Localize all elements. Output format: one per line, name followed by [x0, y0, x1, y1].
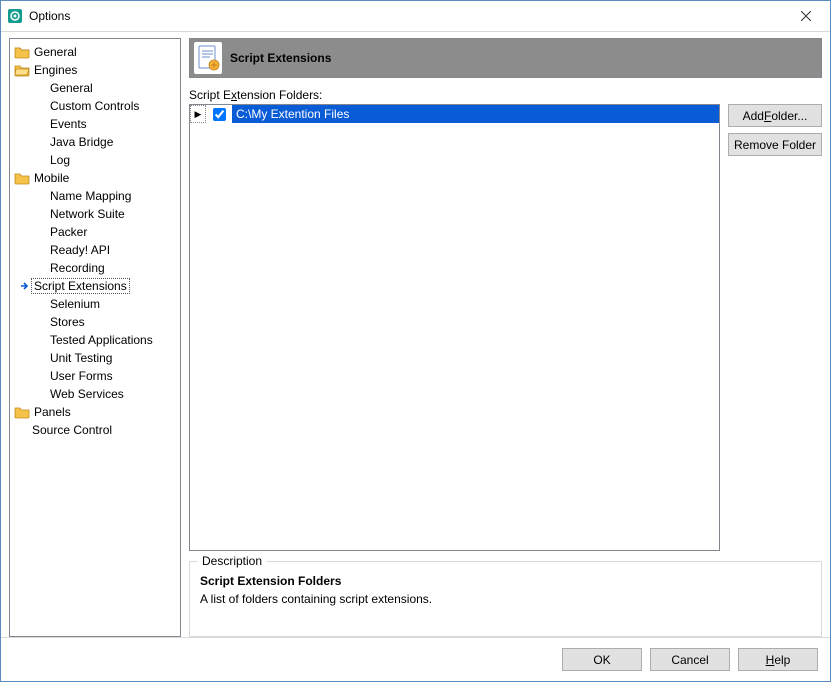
- page-title: Script Extensions: [230, 51, 331, 65]
- body: General Engines General Custom Controls …: [1, 32, 830, 637]
- tree-item-user-forms[interactable]: User Forms: [32, 367, 180, 385]
- tree-label: Ready! API: [48, 243, 112, 257]
- window-title: Options: [29, 9, 783, 23]
- tree-item-recording[interactable]: Recording: [32, 259, 180, 277]
- cancel-button[interactable]: Cancel: [650, 648, 730, 671]
- close-button[interactable]: [783, 2, 828, 30]
- tree-label: Events: [48, 117, 89, 131]
- options-window: Options General: [0, 0, 831, 682]
- tree-label: Mobile: [32, 171, 71, 185]
- list-item[interactable]: ▶ C:\My Extention Files: [190, 105, 719, 123]
- main-area: Script Extension Folders: ▶ C:\My Extent…: [189, 78, 822, 637]
- tree-item-selenium[interactable]: Selenium: [32, 295, 180, 313]
- remove-folder-button[interactable]: Remove Folder: [728, 133, 822, 156]
- description-group: Description Script Extension Folders A l…: [189, 561, 822, 637]
- tree-label: Selenium: [48, 297, 102, 311]
- tree-label: Engines: [32, 63, 79, 77]
- tree-label: Web Services: [48, 387, 126, 401]
- tree-label: Source Control: [30, 423, 114, 437]
- tree-label: Packer: [48, 225, 89, 239]
- tree-label: Script Extensions: [31, 278, 130, 294]
- folders-label: Script Extension Folders:: [189, 88, 822, 102]
- tree-item-tested-applications[interactable]: Tested Applications: [32, 331, 180, 349]
- script-extensions-icon: [194, 42, 222, 74]
- tree-item-script-extensions[interactable]: Script Extensions: [18, 277, 180, 295]
- folder-icon: [14, 44, 30, 60]
- description-text: A list of folders containing script exte…: [200, 592, 811, 606]
- tree-item-log[interactable]: Log: [32, 151, 180, 169]
- tree-label: General: [32, 45, 79, 59]
- dialog-footer: OK Cancel Help: [1, 637, 830, 681]
- tree-item-source-control[interactable]: Source Control: [14, 421, 180, 439]
- add-folder-button[interactable]: Add Folder...: [728, 104, 822, 127]
- folder-icon: [14, 404, 30, 420]
- tree-item-stores[interactable]: Stores: [32, 313, 180, 331]
- description-title: Script Extension Folders: [200, 574, 811, 588]
- category-tree[interactable]: General Engines General Custom Controls …: [9, 38, 181, 637]
- page-header: Script Extensions: [189, 38, 822, 78]
- tree-item-events[interactable]: Events: [32, 115, 180, 133]
- app-icon: [7, 8, 23, 24]
- row-selector-icon: ▶: [190, 105, 206, 123]
- tree-item-java-bridge[interactable]: Java Bridge: [32, 133, 180, 151]
- tree-item-name-mapping[interactable]: Name Mapping: [32, 187, 180, 205]
- folder-open-icon: [14, 62, 30, 78]
- tree-item-custom-controls[interactable]: Custom Controls: [32, 97, 180, 115]
- tree-label: Recording: [48, 261, 107, 275]
- tree-item-engines-general[interactable]: General: [32, 79, 180, 97]
- help-button[interactable]: Help: [738, 648, 818, 671]
- row-path[interactable]: C:\My Extention Files: [232, 105, 719, 123]
- tree-item-unit-testing[interactable]: Unit Testing: [32, 349, 180, 367]
- content-pane: Script Extensions Script Extension Folde…: [189, 38, 822, 637]
- tree-item-panels[interactable]: Panels: [14, 403, 180, 421]
- tree-item-engines[interactable]: Engines: [14, 61, 180, 79]
- tree-item-network-suite[interactable]: Network Suite: [32, 205, 180, 223]
- folders-list[interactable]: ▶ C:\My Extention Files: [189, 104, 720, 551]
- titlebar: Options: [1, 1, 830, 32]
- tree-label: Panels: [32, 405, 73, 419]
- tree-item-web-services[interactable]: Web Services: [32, 385, 180, 403]
- tree-item-mobile[interactable]: Mobile: [14, 169, 180, 187]
- tree-label: Tested Applications: [48, 333, 155, 347]
- tree-item-packer[interactable]: Packer: [32, 223, 180, 241]
- current-marker-icon: [18, 281, 32, 291]
- side-buttons: Add Folder... Remove Folder: [728, 104, 822, 551]
- ok-button[interactable]: OK: [562, 648, 642, 671]
- tree-label: Custom Controls: [48, 99, 141, 113]
- tree-label: Unit Testing: [48, 351, 114, 365]
- description-legend: Description: [198, 554, 266, 568]
- tree-label: Java Bridge: [48, 135, 115, 149]
- tree-item-general[interactable]: General: [14, 43, 180, 61]
- tree-label: General: [48, 81, 95, 95]
- tree-label: Network Suite: [48, 207, 127, 221]
- tree-label: Name Mapping: [48, 189, 133, 203]
- row-enabled-checkbox[interactable]: [206, 105, 232, 123]
- tree-item-ready-api[interactable]: Ready! API: [32, 241, 180, 259]
- tree-label: Log: [48, 153, 72, 167]
- tree-label: User Forms: [48, 369, 115, 383]
- tree-label: Stores: [48, 315, 87, 329]
- folder-icon: [14, 170, 30, 186]
